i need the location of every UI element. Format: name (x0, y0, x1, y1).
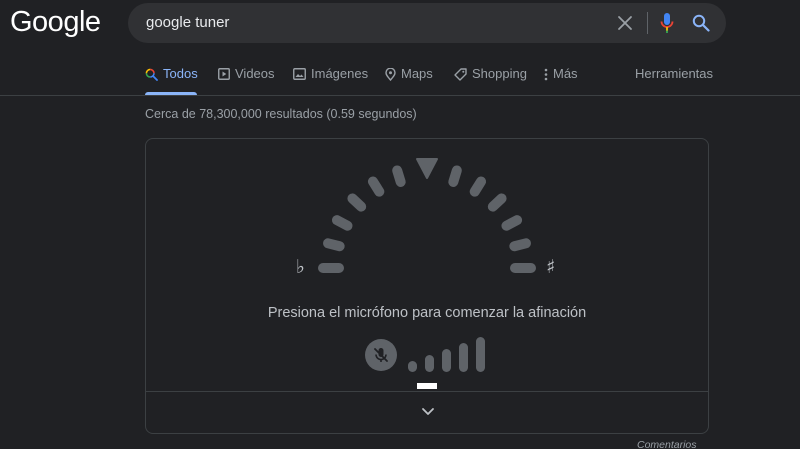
tabs-divider (0, 95, 800, 96)
gauge-segment (331, 215, 353, 231)
gauge-segment (469, 176, 487, 197)
level-bar (459, 343, 468, 372)
tab-label: Más (553, 66, 578, 81)
gauge-segment (510, 263, 536, 273)
map-pin-icon (385, 68, 396, 81)
gauge-segment (448, 165, 462, 187)
search-divider (647, 12, 648, 34)
gauge-segment (318, 263, 344, 273)
tab-label: Imágenes (311, 66, 369, 81)
gauge-segment (367, 176, 385, 197)
tab-maps[interactable]: Maps (385, 66, 433, 94)
search-results-page: Google google tuner Todos Videos Imágene… (0, 0, 800, 449)
clear-icon[interactable] (617, 15, 633, 31)
search-tabs: Todos Videos Imágenes Maps Shopping Más … (0, 66, 800, 96)
tab-videos[interactable]: Videos (218, 66, 275, 94)
level-bar (442, 349, 451, 372)
tab-shopping[interactable]: Shopping (454, 66, 527, 94)
tuner-instruction: Presiona el micrófono para comenzar la a… (267, 305, 587, 321)
results-count: Cerca de 78,300,000 resultados (0.59 seg… (145, 107, 417, 121)
tab-todos[interactable]: Todos (145, 66, 198, 94)
feedback-link[interactable]: Comentarios (637, 439, 697, 449)
tab-imagenes[interactable]: Imágenes (293, 66, 368, 94)
tab-label: Shopping (472, 66, 527, 81)
card-divider (146, 391, 708, 392)
gauge-segment (323, 238, 345, 252)
tab-label: Maps (401, 66, 433, 81)
tag-icon (454, 68, 467, 81)
tuner-card: ♭ ♯ Presiona el micrófono para comenzar … (145, 138, 709, 434)
gauge-segment (509, 238, 531, 252)
search-color-icon (145, 68, 158, 81)
tab-label: Videos (235, 66, 275, 81)
note-display (417, 383, 437, 389)
gauge-segment (501, 215, 523, 231)
gauge-segment (347, 193, 367, 212)
level-bar (425, 355, 434, 372)
mic-off-icon (374, 348, 388, 362)
mic-toggle-button[interactable] (365, 339, 397, 371)
sharp-symbol: ♯ (546, 256, 556, 278)
tuner-gauge (318, 158, 536, 273)
tab-label: Todos (163, 66, 198, 81)
image-icon (293, 68, 306, 80)
gauge-segment (392, 165, 406, 187)
chevron-down-icon[interactable] (421, 407, 435, 417)
voice-search-icon[interactable] (659, 12, 675, 34)
gauge-segment (487, 193, 507, 212)
more-vert-icon (544, 68, 548, 81)
flat-symbol: ♭ (296, 256, 305, 278)
search-input[interactable]: google tuner (146, 14, 229, 31)
google-logo[interactable]: Google (10, 6, 101, 39)
search-icon[interactable] (692, 14, 710, 32)
level-bar (408, 361, 417, 372)
gauge-pointer (416, 158, 438, 179)
tab-mas[interactable]: Más (544, 66, 578, 94)
level-bar (476, 337, 485, 372)
tab-herramientas[interactable]: Herramientas (635, 66, 713, 94)
tab-label: Herramientas (635, 66, 714, 81)
video-icon (218, 68, 230, 80)
search-box[interactable]: google tuner (128, 3, 726, 43)
